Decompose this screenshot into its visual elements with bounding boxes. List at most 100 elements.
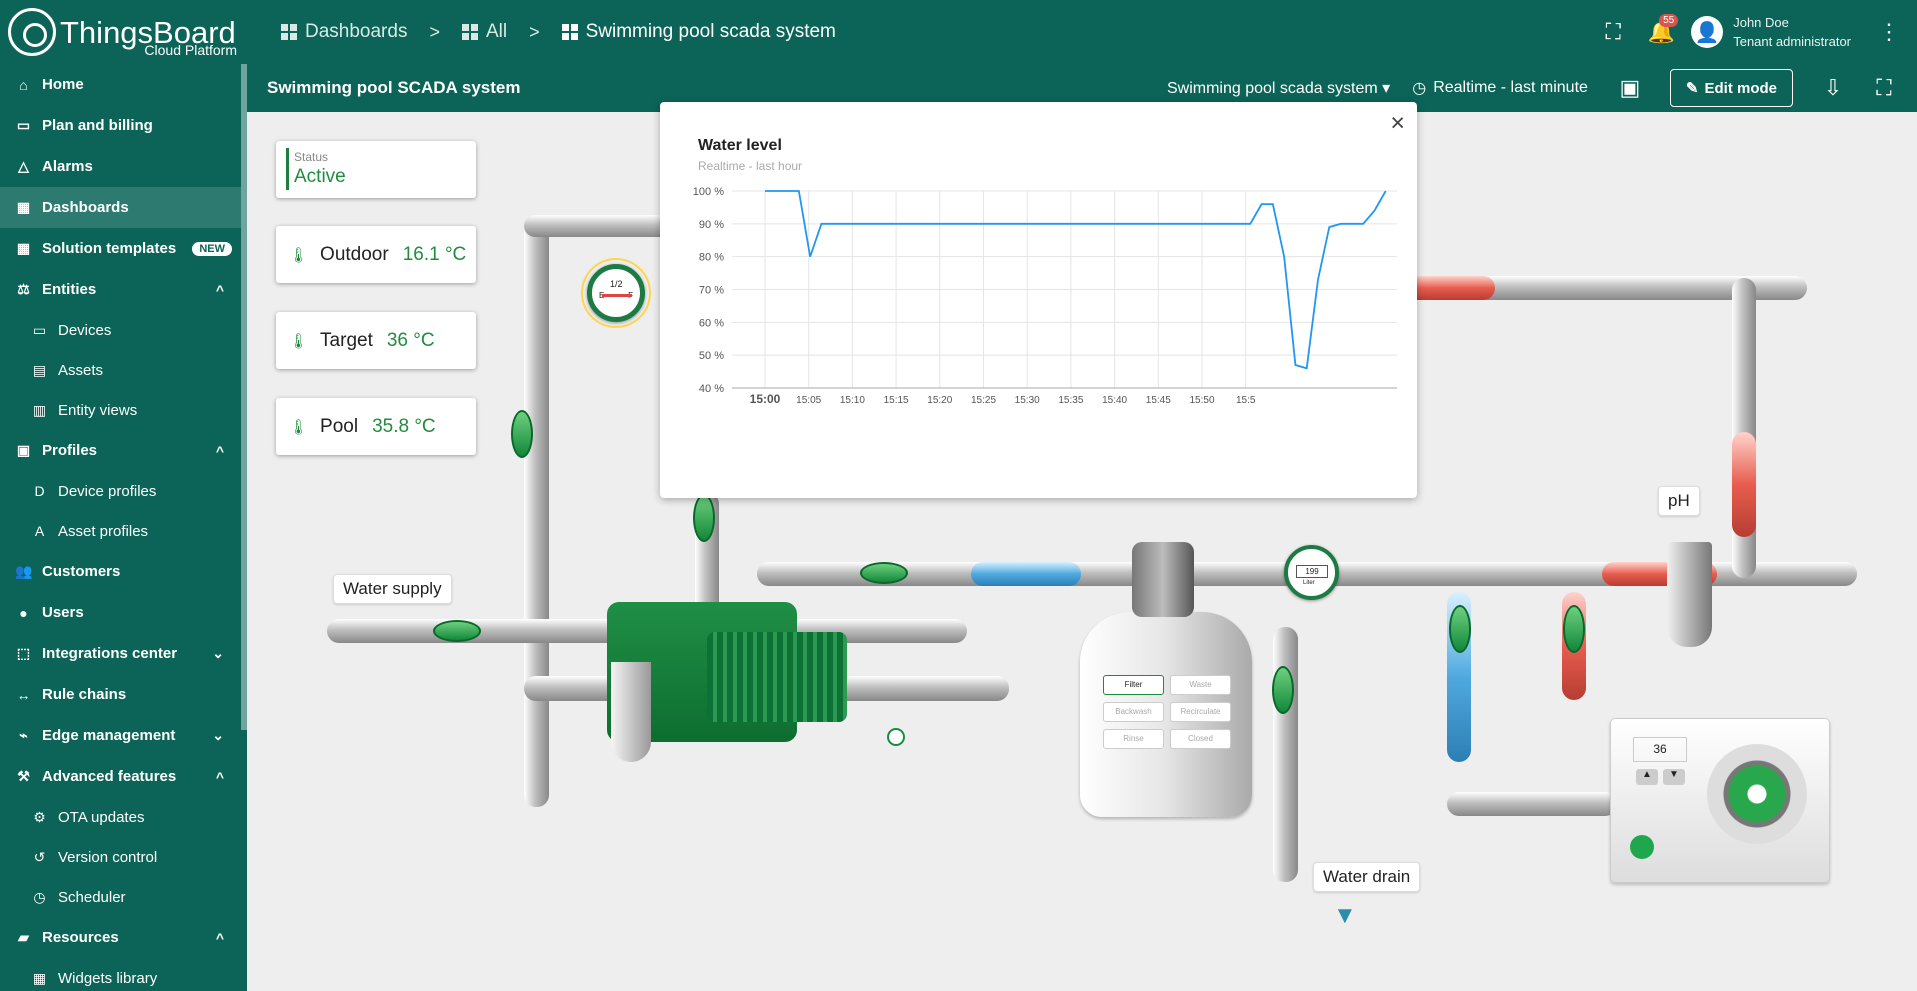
close-icon[interactable]: × — [1390, 109, 1405, 138]
apps-icon: ▦ — [16, 240, 31, 256]
return-hot-pipe — [1407, 276, 1495, 300]
heat-pump: 36 ▲ ▼ — [1610, 718, 1830, 883]
fullscreen-icon[interactable]: ⛶ — [1866, 70, 1902, 106]
sidebar-item-resources[interactable]: ▰ Resources ^ — [0, 917, 247, 958]
chevron-up-icon[interactable]: ^ — [216, 282, 224, 298]
chevron-up-icon[interactable]: ^ — [216, 769, 224, 785]
sidebar-item-solution-templates[interactable]: ▦ Solution templates NEW — [0, 228, 247, 269]
pump-status-indicator — [887, 728, 905, 746]
pump-output-valve[interactable] — [860, 562, 908, 584]
more-vertical-icon[interactable]: ⋮ — [1871, 14, 1907, 50]
sidebar-item-assets[interactable]: ▤ Assets — [0, 350, 247, 390]
dashboard-state-select[interactable]: Swimming pool scada system ▾ — [1167, 78, 1390, 98]
heater-temp-down-button[interactable]: ▼ — [1663, 769, 1685, 785]
thingsboard-logo[interactable]: ThingsBoard Cloud Platform — [0, 0, 247, 64]
sidebar-item-widgets-library[interactable]: ▦ Widgets library — [0, 958, 247, 991]
sidebar-item-devices[interactable]: ▭ Devices — [0, 310, 247, 350]
outdoor-temperature-card: 🌡 Outdoor 16.1 °C — [276, 226, 476, 283]
heater-temp-up-button[interactable]: ▲ — [1636, 769, 1658, 785]
sidebar-item-label: Dashboards — [42, 199, 129, 216]
sidebar-item-dashboards[interactable]: ▦ Dashboards — [0, 187, 247, 228]
riser-valve[interactable] — [511, 410, 533, 458]
sidebar-item-entities[interactable]: ⚖ Entities ^ — [0, 269, 247, 310]
sidebar-item-plan-and-billing[interactable]: ▭ Plan and billing — [0, 105, 247, 146]
sidebar-item-ota-updates[interactable]: ⚙ OTA updates — [0, 797, 247, 837]
x-tick-label: 15:30 — [1015, 395, 1040, 406]
sidebar-item-advanced-features[interactable]: ⚒ Advanced features ^ — [0, 756, 247, 797]
sidebar-item-label: Advanced features — [42, 768, 177, 785]
notifications-button[interactable]: 🔔 55 — [1643, 14, 1679, 50]
tools-icon: ⚒ — [17, 768, 30, 784]
view-icon: ▥ — [32, 401, 47, 418]
sidebar-item-users[interactable]: ● Users — [0, 592, 247, 633]
customers-icon: 👥 — [15, 563, 33, 579]
filter-mode-closed[interactable]: Closed — [1170, 729, 1231, 749]
user-role: Tenant administrator — [1733, 34, 1851, 49]
chevron-down-icon[interactable]: ⌄ — [212, 645, 224, 662]
status-label: Status — [294, 150, 329, 164]
heater-power-icon[interactable] — [1630, 835, 1654, 859]
sidebar-item-edge-management[interactable]: ⌁ Edge management ⌄ — [0, 715, 247, 756]
timewindow-selector[interactable]: ◷ Realtime - last minute — [1412, 78, 1588, 98]
edge-icon: ⌁ — [19, 727, 28, 743]
chevron-down-icon[interactable]: ⌄ — [212, 727, 224, 744]
chevron-up-icon[interactable]: ^ — [216, 443, 224, 459]
filter-mode-recirculate[interactable]: Recirculate — [1170, 702, 1231, 722]
sidebar-item-rule-chains[interactable]: ↔ Rule chains — [0, 674, 247, 715]
edit-mode-button[interactable]: ✎ Edit mode — [1669, 69, 1793, 107]
sidebar-item-customers[interactable]: 👥 Customers — [0, 551, 247, 592]
asset-icon: ▤ — [32, 361, 47, 378]
sidebar-item-scheduler[interactable]: ◷ Scheduler — [0, 877, 247, 917]
sidebar-item-profiles[interactable]: ▣ Profiles ^ — [0, 430, 247, 471]
filter-valve-head[interactable] — [1132, 542, 1194, 617]
cold-water-pipe — [971, 562, 1081, 586]
screenshot-icon[interactable]: ▣ — [1612, 70, 1648, 106]
supply-valve[interactable] — [433, 620, 481, 642]
thermometer-icon: 🌡 — [289, 418, 309, 436]
inlet-valve[interactable] — [693, 494, 715, 542]
filter-mode-waste[interactable]: Waste — [1170, 675, 1231, 695]
filter-mode-filter[interactable]: Filter — [1103, 675, 1164, 695]
filter-mode-backwash[interactable]: Backwash — [1103, 702, 1164, 722]
breadcrumb: Dashboards > All > Swimming pool scada s… — [281, 21, 836, 43]
hot-valve[interactable] — [1563, 605, 1585, 653]
top-right-actions: ⛶ 🔔 55 👤 John Doe Tenant administrator ⋮ — [1595, 0, 1917, 64]
device-profile-icon: D — [34, 483, 45, 499]
sidebar-item-device-profiles[interactable]: D Device profiles — [0, 471, 247, 511]
breadcrumb-all[interactable]: All — [461, 21, 507, 43]
sidebar-item-label: Entity views — [58, 401, 138, 419]
water-drain-label: Water drain — [1313, 862, 1421, 892]
breadcrumb-separator: > — [529, 21, 540, 42]
sidebar-item-home[interactable]: ⌂ Home — [0, 64, 247, 105]
sidebar-item-asset-profiles[interactable]: A Asset profiles — [0, 511, 247, 551]
drain-valve[interactable] — [1272, 666, 1294, 714]
y-tick-label: 90 % — [699, 219, 724, 231]
breadcrumb-dashboards[interactable]: Dashboards — [281, 21, 407, 43]
pencil-icon: ✎ — [1685, 80, 1699, 97]
user-name: John Doe — [1733, 15, 1789, 30]
rule-chain-icon: ↔ — [16, 686, 31, 703]
x-tick-label: 15:45 — [1146, 395, 1171, 406]
sidebar-item-alarms[interactable]: △ Alarms — [0, 146, 247, 187]
download-icon[interactable]: ⇩ — [1815, 70, 1851, 106]
user-menu[interactable]: 👤 John Doe Tenant administrator — [1691, 13, 1851, 51]
right-hot-pipe — [1732, 432, 1756, 537]
sidebar-item-version-control[interactable]: ↺ Version control — [0, 837, 247, 877]
x-tick-label: 15:10 — [840, 395, 865, 406]
heater-return-pipe — [1447, 792, 1617, 816]
chevron-up-icon[interactable]: ^ — [216, 930, 224, 946]
fullscreen-icon[interactable]: ⛶ — [1595, 14, 1631, 50]
warning-icon: △ — [18, 158, 29, 174]
cold-valve[interactable] — [1449, 605, 1471, 653]
sidebar-item-label: Entities — [42, 281, 97, 298]
thingsboard-gear-icon — [8, 8, 56, 56]
widgets-icon: ▦ — [32, 969, 47, 986]
drain-pipe — [1273, 627, 1298, 882]
y-tick-label: 50 % — [699, 350, 724, 362]
sidebar-item-integrations-center[interactable]: ⬚ Integrations center ⌄ — [0, 633, 247, 674]
sidebar-item-entity-views[interactable]: ▥ Entity views — [0, 390, 247, 430]
filter-mode-rinse[interactable]: Rinse — [1103, 729, 1164, 749]
x-tick-label: 15:35 — [1058, 395, 1083, 406]
water-level-gauge[interactable]: 1/2 E F — [581, 258, 651, 328]
dashboard-title: Swimming pool SCADA system — [267, 78, 521, 97]
